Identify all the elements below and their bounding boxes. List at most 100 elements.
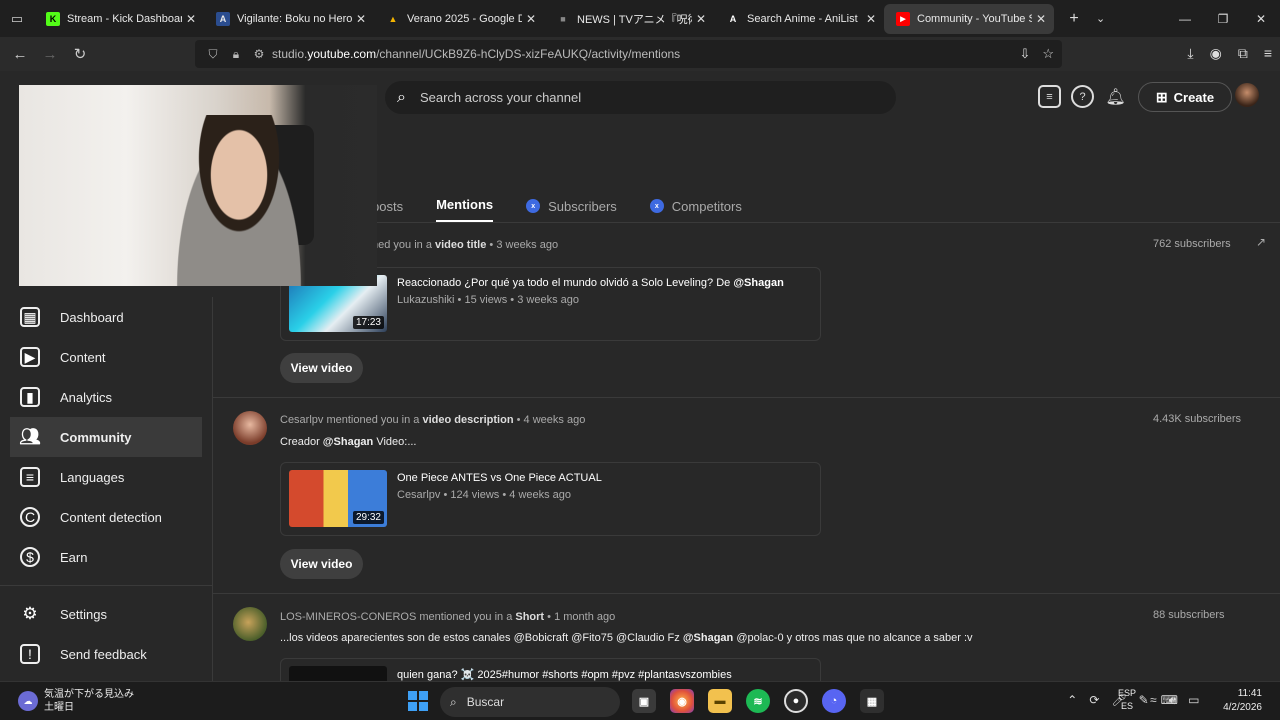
downloads-icon[interactable]: ⤓	[1187, 45, 1193, 62]
video-title[interactable]: One Piece ANTES vs One Piece ACTUAL	[397, 472, 602, 484]
file-explorer-icon[interactable]: ▬	[708, 689, 732, 713]
chevron-down-icon[interactable]: ⌄	[1096, 12, 1105, 25]
windows-start-icon[interactable]	[408, 691, 428, 711]
sync-icon[interactable]: ⟳	[1089, 693, 1099, 707]
video-title-text: Reaccionado ¿Por qué ya todo el mundo ol…	[397, 277, 734, 289]
back-icon[interactable]: ←	[5, 46, 35, 63]
create-button[interactable]: ⊞ Create	[1138, 82, 1232, 112]
minimize-icon[interactable]: —	[1166, 0, 1204, 37]
mention-author[interactable]: Cesarlpv	[280, 414, 323, 426]
address-bar[interactable]: ⛉ 🔒︎ ⚙ studio. youtube.com/channel/UCkB9Z…	[195, 40, 1062, 68]
commenter-avatar[interactable]	[233, 411, 267, 445]
account-icon[interactable]: ◉	[1210, 45, 1222, 62]
forward-icon[interactable]: →	[35, 46, 65, 63]
anilist-icon: A	[729, 13, 737, 24]
open-external-icon[interactable]: ↗	[1256, 235, 1266, 249]
volume-icon[interactable]: 🔊︎	[1169, 693, 1177, 708]
sidebar-item-earn[interactable]: $ Earn	[0, 537, 202, 577]
close-tab-icon[interactable]: ✕	[356, 12, 366, 26]
install-app-icon[interactable]: ⇩	[1019, 46, 1030, 62]
divider	[213, 593, 1280, 594]
video-channel: Lukazushiki	[397, 294, 455, 306]
search-placeholder: Search across your channel	[419, 90, 582, 105]
mention-time: 4 weeks ago	[523, 414, 586, 426]
browser-tab[interactable]: ▲ Verano 2025 - Google Drive ✕	[374, 4, 544, 34]
sidebar-item-content-detection[interactable]: C Content detection	[0, 497, 202, 537]
battery-icon[interactable]: ▭	[1188, 693, 1199, 708]
mention-type: video title	[435, 239, 487, 251]
close-tab-icon[interactable]: ✕	[696, 12, 706, 26]
dashboard-icon: ▦	[20, 307, 40, 327]
sidebar-item-community[interactable]: 👥︎ Community	[10, 417, 202, 457]
sidebar-item-languages[interactable]: ≡ Languages	[0, 457, 202, 497]
sidebar-item-analytics[interactable]: ▮ Analytics	[0, 377, 202, 417]
calendar-app-icon[interactable]: ▦	[860, 689, 884, 713]
reload-icon[interactable]: ↻	[65, 45, 95, 63]
avatar[interactable]	[1235, 83, 1259, 107]
mention-time: 3 weeks ago	[496, 239, 559, 251]
firefox-icon[interactable]: ◉	[670, 689, 694, 713]
browser-tab[interactable]: A Search Anime - AniList ✕	[714, 4, 884, 34]
tab-competitors[interactable]: x Competitors	[649, 189, 742, 223]
clock-date: 4/2/2026	[1223, 702, 1262, 713]
sidebar-item-label: Languages	[60, 469, 125, 485]
url-path: /channel/UCkB9Z6-hClyDS-xizFeAUKQ/activi…	[376, 47, 681, 61]
spotify-icon[interactable]: ≋	[746, 689, 770, 713]
lock-icon[interactable]: 🔒︎	[226, 47, 246, 62]
mention-author[interactable]: LOS-MINEROS-CONEROS	[280, 611, 416, 623]
sidebar-item-settings[interactable]: ⚙ Settings	[0, 594, 202, 634]
weather-widget[interactable]: ☁ 気温が下がる見込み 土曜日	[18, 688, 134, 714]
close-tab-icon[interactable]: ✕	[186, 12, 196, 26]
browser-tab[interactable]: ■ NEWS | TVアニメ『呪術廻戦』 ✕	[544, 4, 714, 34]
browser-tab-strip: ▭ K Stream - Kick Dashboard ✕ A Vigilant…	[0, 0, 1280, 37]
input-language[interactable]: ESP ES	[1118, 687, 1136, 713]
view-video-button[interactable]: View video	[280, 353, 363, 383]
tab-list-icon[interactable]: ▭	[0, 0, 34, 37]
notifications-bell-icon[interactable]: 🔔︎	[1104, 85, 1127, 108]
browser-tab-active[interactable]: ▶ Community - YouTube Studio ✕	[884, 3, 1054, 34]
tab-subscribers[interactable]: x Subscribers	[526, 189, 617, 223]
obs-icon[interactable]: ●	[784, 689, 808, 713]
weather-text: 気温が下がる見込み 土曜日	[44, 688, 134, 714]
comments-icon[interactable]: ≡	[1038, 85, 1061, 108]
video-duration: 17:23	[352, 316, 384, 329]
close-window-icon[interactable]: ✕	[1242, 0, 1280, 37]
analytics-icon: ▮	[20, 387, 40, 407]
chevron-up-icon[interactable]: ⌃	[1067, 693, 1077, 707]
sidebar-item-dashboard[interactable]: ▦ Dashboard	[0, 297, 202, 337]
close-tab-icon[interactable]: ✕	[526, 12, 536, 26]
mention-text: ...los videos aparecientes son de estos …	[280, 632, 973, 644]
extensions-icon[interactable]: ⧉	[1238, 45, 1248, 62]
wifi-icon[interactable]: ≈	[1150, 693, 1157, 708]
taskbar-search[interactable]: ⌕ Buscar	[440, 687, 620, 717]
view-video-button[interactable]: View video	[280, 549, 363, 579]
discord-icon[interactable]: ◔	[822, 689, 846, 713]
sidebar-item-send-feedback[interactable]: ! Send feedback	[0, 634, 202, 674]
restore-icon[interactable]: ❐	[1204, 0, 1242, 37]
sidebar-item-content[interactable]: ▶ Content	[0, 337, 202, 377]
menu-icon[interactable]: ≡	[1264, 45, 1272, 62]
tab-badge-icon: x	[649, 199, 664, 213]
video-card[interactable]: 29:32 One Piece ANTES vs One Piece ACTUA…	[280, 462, 821, 536]
commenter-avatar[interactable]	[233, 607, 267, 641]
clock[interactable]: 11:41 4/2/2026	[1222, 687, 1262, 715]
tab-title: Stream - Kick Dashboard	[67, 12, 182, 25]
help-icon[interactable]: ?	[1071, 85, 1094, 108]
shield-icon[interactable]: ⛉	[203, 47, 223, 62]
pen-icon[interactable]: ✎	[1139, 693, 1149, 707]
video-title[interactable]: Reaccionado ¿Por qué ya todo el mundo ol…	[397, 277, 784, 289]
browser-tab[interactable]: K Stream - Kick Dashboard ✕	[34, 4, 204, 34]
video-thumbnail[interactable]: 29:32	[289, 470, 387, 527]
mention-text-suffix: @polac-0 y otros mas que no alcance a sa…	[733, 632, 973, 644]
bookmark-star-icon[interactable]: ☆	[1042, 46, 1054, 62]
video-title[interactable]: quien gana? ☠️ 2025#humor #shorts #opm #…	[397, 668, 732, 681]
channel-search[interactable]: ⌕ Search across your channel	[385, 81, 896, 114]
task-view-icon[interactable]: ▣	[632, 689, 656, 713]
tab-mentions[interactable]: Mentions	[436, 189, 494, 223]
new-tab-icon[interactable]: +	[1062, 10, 1086, 28]
close-tab-icon[interactable]: ✕	[866, 12, 876, 26]
close-tab-icon[interactable]: ✕	[1036, 12, 1046, 26]
tab-title: Search Anime - AniList	[747, 12, 858, 25]
permissions-icon[interactable]: ⚙	[249, 47, 269, 61]
browser-tab[interactable]: A Vigilante: Boku no Hero Academia ✕	[204, 4, 374, 34]
